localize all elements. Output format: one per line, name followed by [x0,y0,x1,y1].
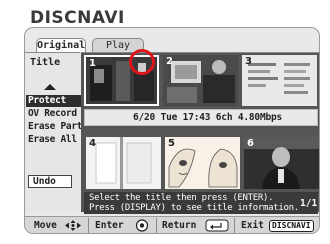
menu-item-ov-record[interactable]: OV Record [26,108,82,120]
thumbnail-number: 4 [89,138,96,149]
enter-button-icon[interactable] [132,219,152,232]
menu-item-protect[interactable]: Protect [26,95,82,107]
thumbnail-number: 5 [168,138,175,149]
up-arrow-icon[interactable] [44,84,56,90]
exit-label: Exit [241,220,264,231]
thumbnail-image [242,55,317,106]
thumbnail-number: 1 [89,58,96,69]
thumbnail-number: 2 [166,56,173,67]
message-line-1: Select the title then press (ENTER). [89,193,274,203]
thumbnail-image [165,137,240,189]
title-thumbnail[interactable]: 3 [242,55,317,106]
page-indicator: 1/1 [300,198,318,209]
divider [156,218,157,233]
thumbnail-number: 6 [247,138,254,149]
menu-item-erase-all[interactable]: Erase All [26,134,82,146]
message-line-2: Press (DISPLAY) to see title information… [89,203,299,213]
title-info-bar: 6/20 Tue 17:43 6ch 4.80Mbps [84,109,318,126]
highlight-circle [129,49,155,75]
edit-menu: Protect OV Record Erase Part Erase All [26,95,83,147]
thumbnail-image [86,137,161,189]
move-label: Move [34,220,57,231]
instruction-message: Select the title then press (ENTER). Pre… [84,192,318,214]
divider [88,218,89,233]
return-key-icon[interactable] [205,219,229,232]
divider [234,218,235,233]
title-heading: Title [30,57,61,68]
stage: DISCNAVI Original Play List Title Protec… [0,0,330,244]
thumbnail-image [163,55,238,106]
title-thumbnail[interactable]: 4 [86,137,161,189]
undo-button[interactable]: Undo [28,175,72,188]
thumbnail-number: 3 [245,56,252,67]
enter-label: Enter [95,220,124,231]
discnavi-key[interactable]: DISCNAVI [269,220,314,232]
thumbnail-image [244,137,319,189]
dpad-icon[interactable] [62,219,84,232]
title-thumbnail[interactable]: 6 [244,137,319,189]
app-title: DISCNAVI [30,8,125,28]
menu-item-erase-part[interactable]: Erase Part [26,121,83,133]
title-thumbnail[interactable]: 5 [165,137,240,189]
tab-original[interactable]: Original [36,38,86,52]
return-label: Return [162,220,197,231]
title-thumbnail[interactable]: 2 [163,55,238,106]
